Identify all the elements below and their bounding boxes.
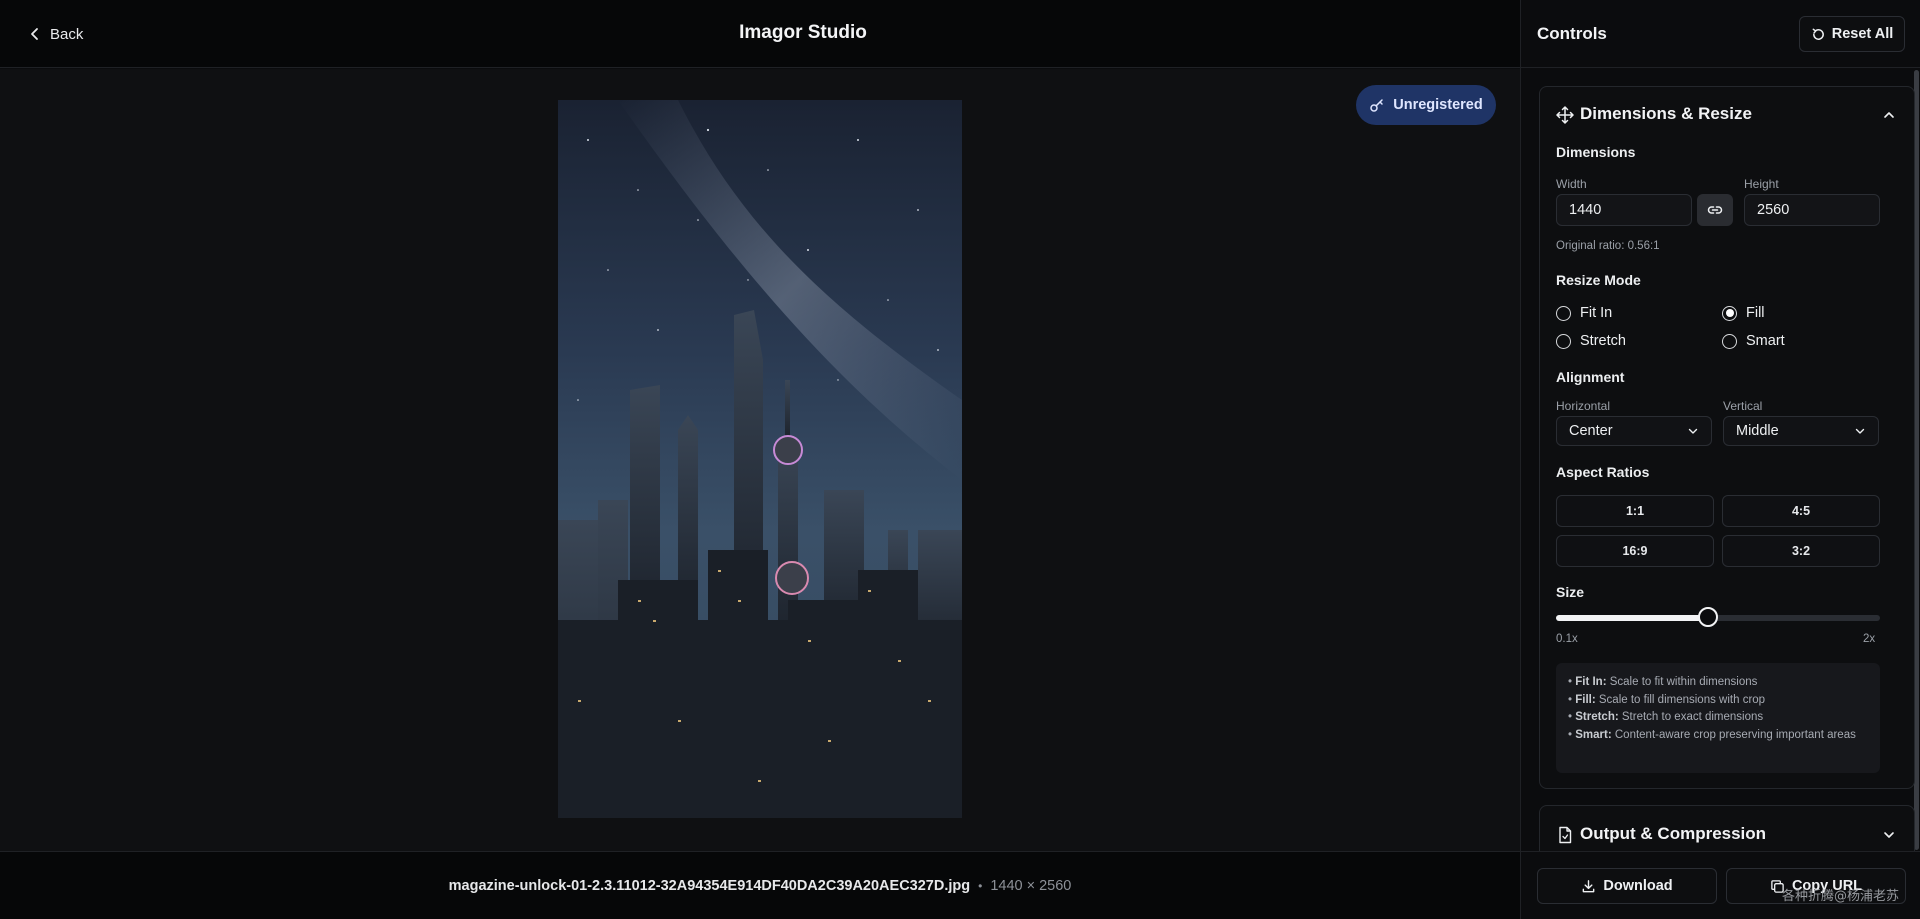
resize-mode-label: Resize Mode (1556, 272, 1641, 288)
radio-fill-indicator (1722, 305, 1737, 321)
dimensions-resize-title: Dimensions & Resize (1580, 104, 1752, 123)
ratio-1-1-button[interactable]: 1:1 (1556, 495, 1714, 527)
controls-title: Controls (1537, 24, 1607, 43)
radio-stretch-label: Stretch (1580, 333, 1626, 349)
copy-url-button[interactable]: Copy URL (1726, 868, 1906, 904)
vertical-select[interactable]: Middle (1723, 416, 1879, 446)
radio-smart[interactable]: Smart (1722, 333, 1785, 349)
output-compression-title: Output & Compression (1580, 824, 1767, 843)
radio-fill-label: Fill (1746, 305, 1765, 321)
preview-image (558, 100, 962, 818)
vertical-label: Vertical (1723, 399, 1763, 413)
move-icon (1556, 106, 1574, 124)
ratio-4-5-button[interactable]: 4:5 (1722, 495, 1880, 527)
preview-canvas: Unregistered (0, 69, 1520, 851)
radio-fit-in[interactable]: Fit In (1556, 305, 1612, 321)
app-title: Imagor Studio (739, 22, 867, 43)
chevron-down-icon (1884, 832, 1894, 838)
size-slider-fill (1556, 615, 1709, 621)
file-dimensions: 1440 × 2560 (990, 877, 1072, 894)
width-label: Width (1556, 177, 1587, 191)
dimensions-resize-section: Dimensions & Resize Dimensions Width Hei… (1539, 86, 1915, 789)
height-label: Height (1744, 177, 1779, 191)
copy-icon (1771, 879, 1784, 893)
reset-all-label: Reset All (1831, 26, 1894, 42)
width-input[interactable]: 1440 (1556, 194, 1692, 226)
radio-fill[interactable]: Fill (1722, 305, 1765, 321)
lock-ratio-button[interactable] (1697, 194, 1733, 226)
aspect-ratios-label: Aspect Ratios (1556, 464, 1650, 480)
size-label: Size (1556, 584, 1585, 600)
panel-footer: Download Copy URL 各种折腾@杨浦老苏 (1521, 851, 1920, 919)
link-icon (1707, 206, 1723, 214)
radio-fit-in-indicator (1556, 305, 1571, 321)
download-button[interactable]: Download (1537, 868, 1717, 904)
file-icon (1559, 826, 1572, 844)
horizontal-select-value: Center (1569, 423, 1613, 439)
reset-icon (1812, 28, 1824, 40)
horizontal-select[interactable]: Center (1556, 416, 1712, 446)
chevron-down-icon (1855, 428, 1865, 434)
radio-smart-indicator (1722, 333, 1737, 349)
unregistered-label: Unregistered (1393, 97, 1483, 113)
size-slider-track[interactable] (1556, 615, 1880, 621)
file-info-bar: magazine-unlock-01-2.3.11012-32A94354E91… (0, 851, 1520, 919)
key-icon (1370, 99, 1384, 112)
size-slider-thumb[interactable] (1698, 607, 1719, 627)
height-input[interactable]: 2560 (1744, 194, 1880, 226)
help-smart: • Smart: Content-aware crop preserving i… (1568, 728, 1856, 741)
radio-fit-in-label: Fit In (1580, 305, 1613, 321)
controls-header: Controls Reset All (1521, 0, 1920, 68)
download-icon (1583, 879, 1595, 892)
resize-mode-help: • Fit In: Scale to fit within dimensions… (1556, 663, 1880, 773)
radio-stretch[interactable]: Stretch (1556, 333, 1626, 349)
top-bar: Back Imagor Studio (0, 0, 1520, 68)
separator: • (978, 878, 983, 893)
original-ratio: Original ratio: 0.56:1 (1556, 240, 1660, 252)
copy-url-label: Copy URL (1791, 878, 1863, 894)
ratio-16-9-button[interactable]: 16:9 (1556, 535, 1714, 567)
radio-stretch-indicator (1556, 333, 1571, 349)
reset-all-button[interactable]: Reset All (1799, 16, 1905, 52)
alignment-label: Alignment (1556, 369, 1625, 385)
dimensions-resize-header[interactable]: Dimensions & Resize (1540, 87, 1914, 141)
help-stretch: • Stretch: Stretch to exact dimensions (1568, 711, 1764, 724)
download-label: Download (1603, 878, 1673, 894)
radio-smart-label: Smart (1746, 333, 1785, 349)
help-fill: • Fill: Scale to fill dimensions with cr… (1568, 693, 1766, 706)
size-min-label: 0.1x (1556, 633, 1578, 645)
ratio-3-2-button[interactable]: 3:2 (1722, 535, 1880, 567)
controls-panel: Controls Reset All Dimensions & Resize D… (1520, 0, 1920, 919)
dimensions-label: Dimensions (1556, 144, 1636, 160)
chevron-down-icon (1688, 428, 1698, 434)
chevron-up-icon (1884, 112, 1894, 118)
size-max-label: 2x (1863, 633, 1876, 645)
vertical-select-value: Middle (1736, 423, 1779, 439)
unregistered-badge[interactable]: Unregistered (1356, 85, 1496, 125)
help-fit-in: • Fit In: Scale to fit within dimensions (1568, 676, 1758, 688)
horizontal-label: Horizontal (1556, 399, 1611, 413)
file-name: magazine-unlock-01-2.3.11012-32A94354E91… (448, 877, 971, 894)
